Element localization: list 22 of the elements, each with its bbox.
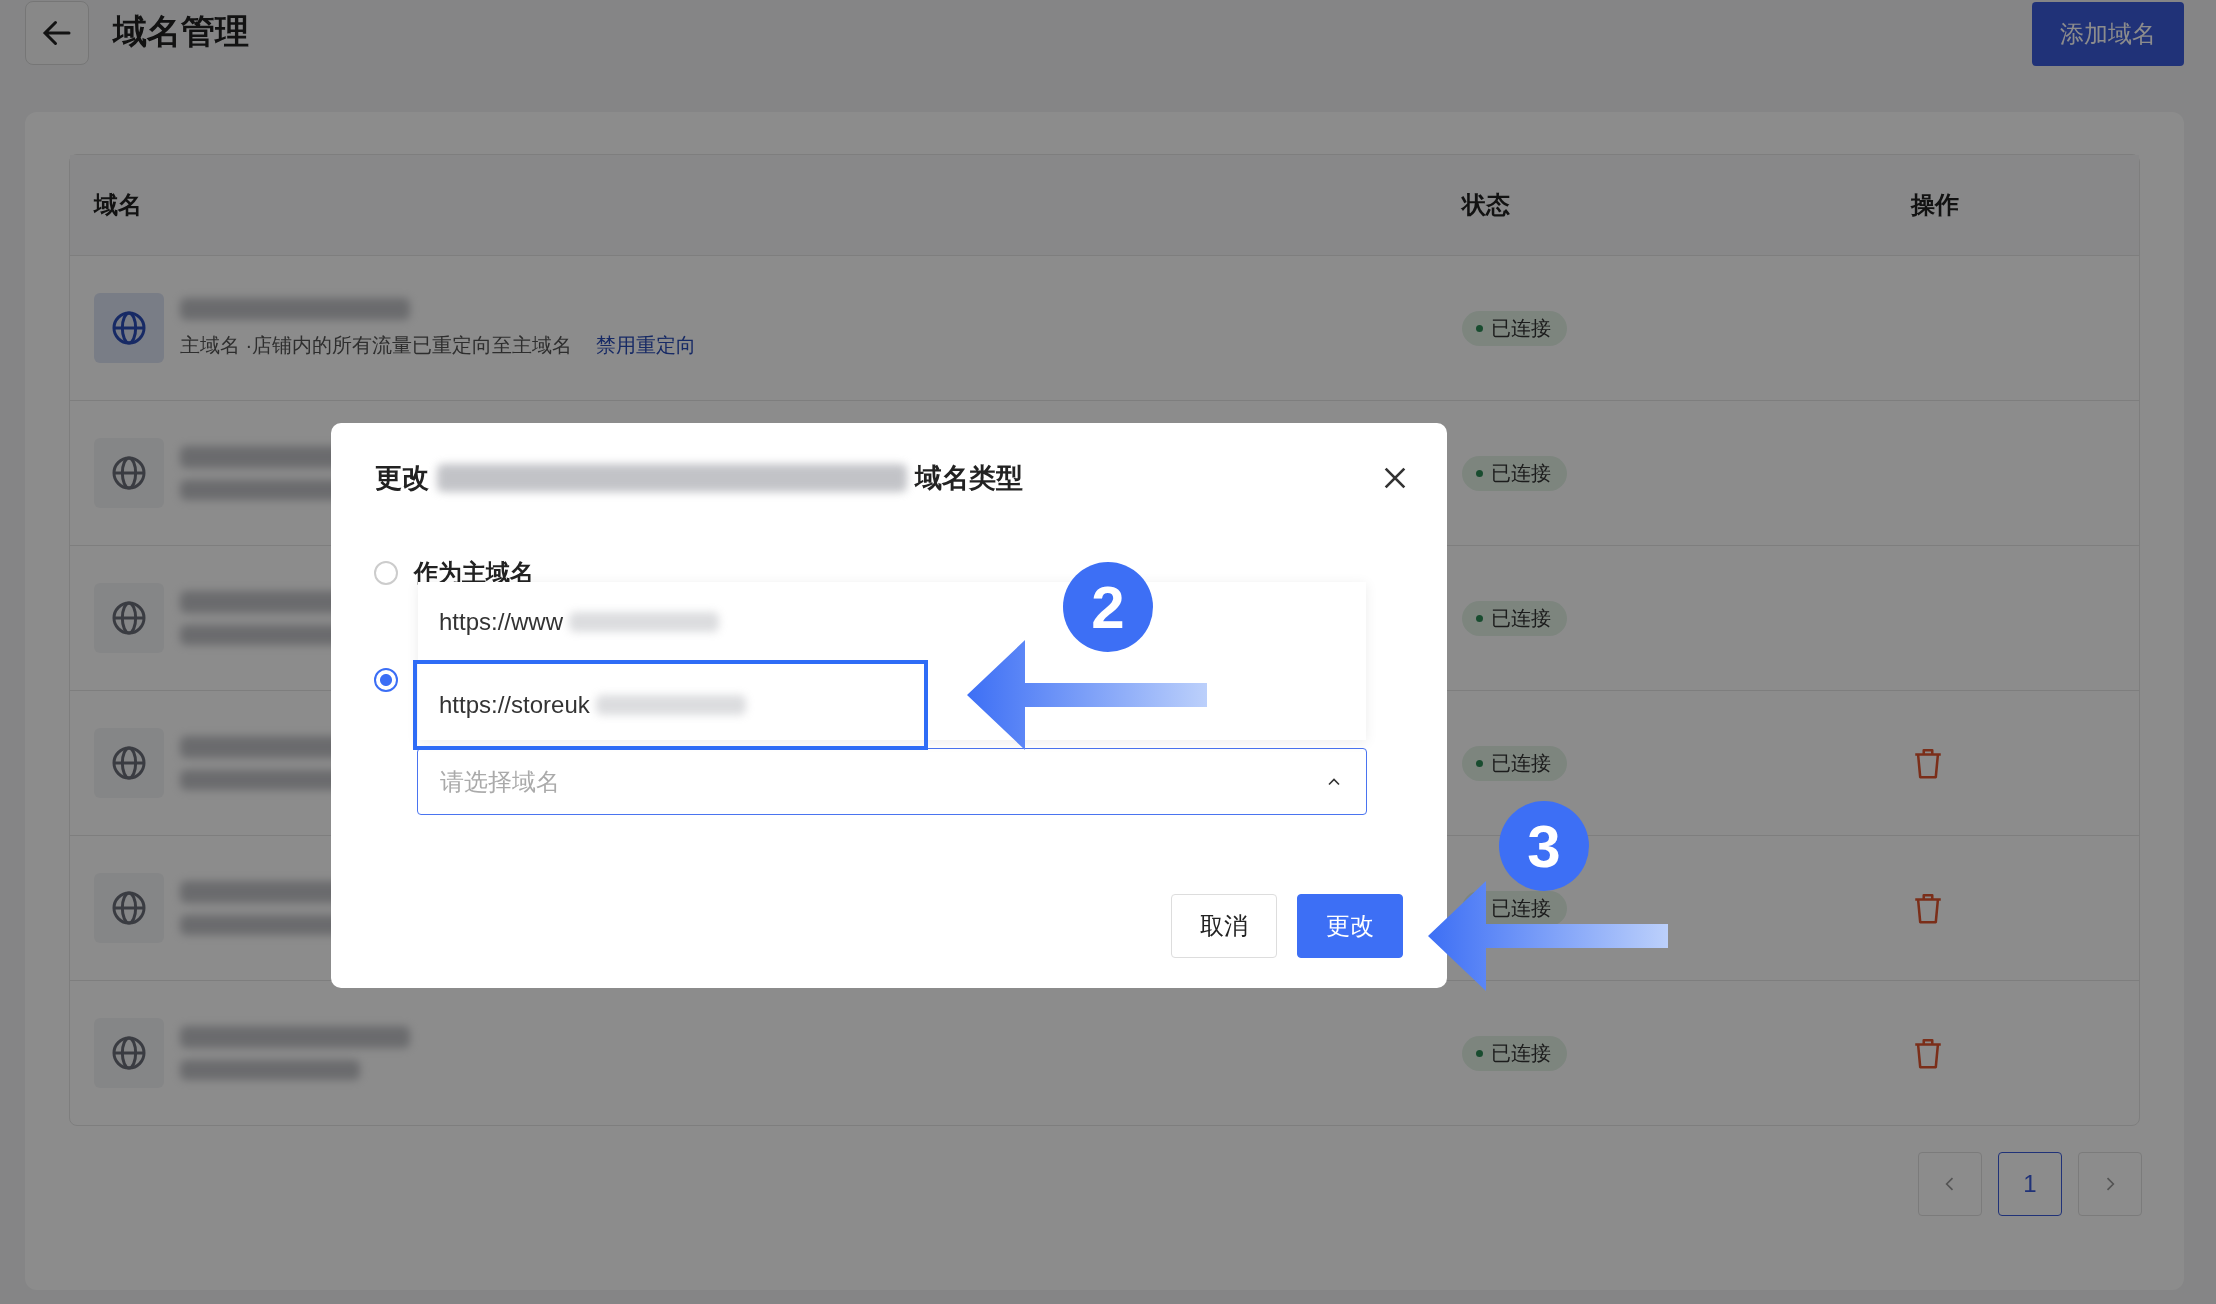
back-button[interactable] [25,1,89,65]
status-tag: 已连接 [1462,1035,1568,1071]
domain-description: 主域名 ·店铺内的所有流量已重定向至主域名 [180,332,573,358]
status-tag: 已连接 [1462,600,1568,636]
confirm-button[interactable]: 更改 [1297,894,1403,958]
disable-redirect-link[interactable]: 禁用重定向 [596,331,697,359]
column-header: 操作 [1909,190,1961,220]
status-tag: 已连接 [1462,455,1568,491]
page-title: 域名管理 [113,11,250,52]
column-header: 域名 [92,190,143,220]
cancel-button[interactable]: 取消 [1171,894,1277,958]
radio-button[interactable] [374,561,398,585]
dropdown-option[interactable]: https://storeuk [413,660,928,750]
status-tag: 已连接 [1462,745,1568,781]
dialog-title: 域名类型 [915,462,1023,495]
status-tag: 已连接 [1462,310,1568,346]
add-domain-button[interactable]: 添加域名 [2032,2,2184,66]
dialog-title: 更改 [375,462,429,495]
page-button[interactable]: 1 [1998,1152,2062,1216]
radio-button[interactable] [374,668,398,692]
domain-select[interactable]: 请选择域名 [417,748,1367,815]
column-header: 状态 [1460,190,1512,220]
